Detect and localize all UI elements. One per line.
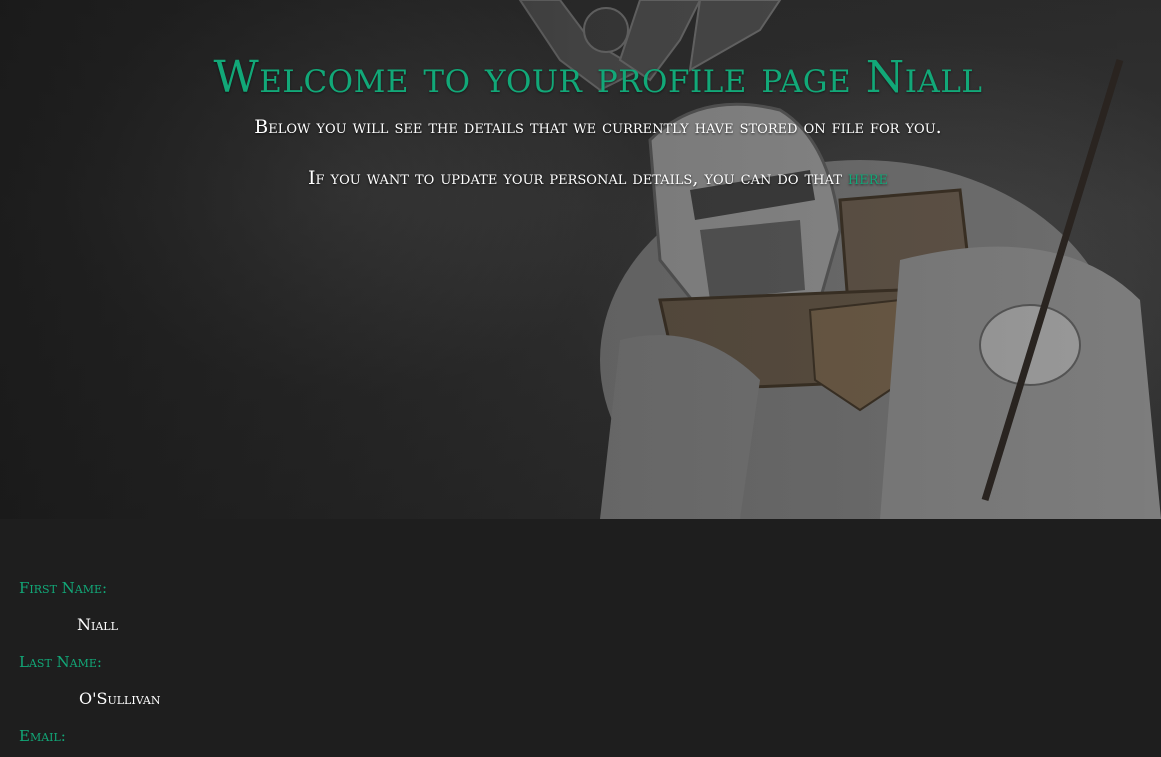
update-details-text: If you want to update your personal deta…: [0, 167, 1161, 189]
first-name-value: Niall: [77, 615, 118, 634]
update-details-prefix: If you want to update your personal deta…: [307, 167, 848, 189]
last-name-label: Last Name:: [19, 653, 102, 671]
last-name-value: O'Sullivan: [79, 689, 161, 708]
email-label: Email:: [19, 727, 66, 745]
intro-text: Below you will see the details that we c…: [254, 116, 942, 138]
first-name-label: First Name:: [19, 579, 108, 597]
hero-banner: Welcome to your profile page Niall Below…: [0, 0, 1161, 519]
profile-details: First Name: Niall Last Name: O'Sullivan …: [0, 519, 1161, 757]
page-title: Welcome to your profile page Niall: [213, 52, 983, 103]
update-details-link[interactable]: here: [848, 167, 888, 189]
